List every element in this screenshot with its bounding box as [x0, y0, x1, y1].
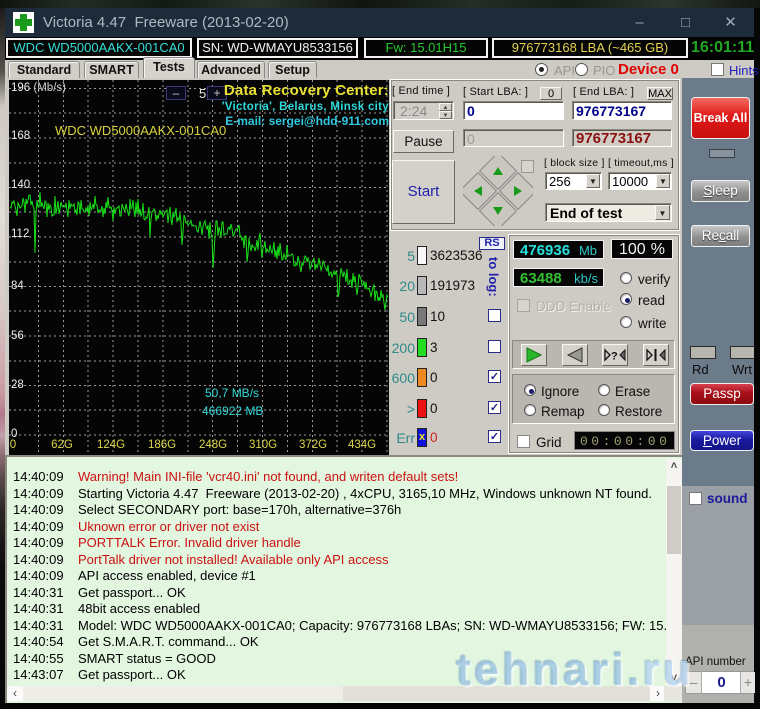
- svg-text:?: ?: [611, 351, 618, 363]
